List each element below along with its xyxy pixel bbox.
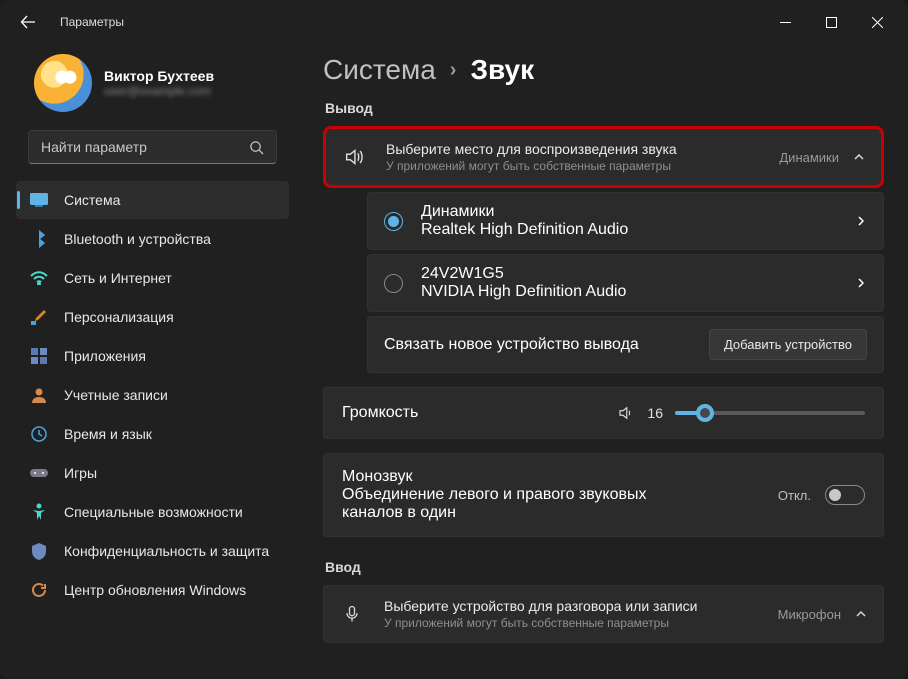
input-picker-value: Микрофон [778, 607, 841, 622]
output-picker-value: Динамики [779, 150, 839, 165]
time-icon [30, 425, 48, 443]
input-picker-subtitle: У приложений могут быть собственные пара… [384, 616, 778, 630]
add-device-button[interactable]: Добавить устройство [709, 329, 867, 360]
avatar [34, 54, 92, 112]
volume-row: Громкость 16 [323, 387, 884, 439]
sidebar-item-apps[interactable]: Приложения [16, 337, 289, 375]
sidebar-item-label: Учетные записи [64, 387, 168, 403]
sidebar-item-privacy[interactable]: Конфиденциальность и защита [16, 532, 289, 570]
volume-slider[interactable] [675, 411, 865, 415]
close-button[interactable] [854, 7, 900, 37]
output-device-option[interactable]: 24V2W1G5NVIDIA High Definition Audio [367, 254, 884, 312]
mono-state: Откл. [778, 488, 811, 503]
sidebar-item-label: Игры [64, 465, 97, 481]
search-input[interactable] [41, 139, 249, 155]
sidebar-item-label: Bluetooth и устройства [64, 231, 211, 247]
microphone-icon [340, 604, 364, 624]
update-icon [30, 581, 48, 599]
chevron-right-icon [855, 215, 867, 227]
pair-text: Связать новое устройство вывода [384, 336, 709, 354]
chevron-up-icon [853, 151, 865, 163]
output-picker-subtitle: У приложений могут быть собственные пара… [386, 159, 779, 173]
profile-name: Виктор Бухтеев [104, 68, 214, 84]
chevron-up-icon [855, 608, 867, 620]
volume-label: Громкость [342, 404, 617, 422]
back-button[interactable] [14, 8, 42, 36]
profile-sub: user@example.com [104, 84, 214, 98]
sidebar-item-account[interactable]: Учетные записи [16, 376, 289, 414]
chevron-right-icon: › [450, 59, 457, 82]
output-device-picker[interactable]: Выберите место для воспроизведения звука… [323, 126, 884, 188]
input-heading: Ввод [325, 559, 884, 575]
output-device-option[interactable]: ДинамикиRealtek High Definition Audio [367, 192, 884, 250]
sidebar-item-time[interactable]: Время и язык [16, 415, 289, 453]
sidebar-item-label: Время и язык [64, 426, 152, 442]
pair-device-row: Связать новое устройство вывода Добавить… [367, 316, 884, 373]
mono-row: Монозвук Объединение левого и правого зв… [323, 453, 884, 537]
wifi-icon [30, 269, 48, 287]
sidebar-item-bluetooth[interactable]: Bluetooth и устройства [16, 220, 289, 258]
mono-toggle[interactable] [825, 485, 865, 505]
brush-icon [30, 308, 48, 326]
device-detail: Realtek High Definition Audio [421, 221, 855, 239]
output-heading: Вывод [325, 100, 884, 116]
window-title: Параметры [60, 15, 124, 29]
bluetooth-icon [30, 230, 48, 248]
breadcrumb-current: Звук [470, 54, 534, 86]
volume-value: 16 [647, 405, 663, 421]
search-icon [249, 140, 264, 155]
input-picker-title: Выберите устройство для разговора или за… [384, 598, 778, 614]
sidebar-item-accessibility[interactable]: Специальные возможности [16, 493, 289, 531]
system-icon [30, 191, 48, 209]
sidebar-item-label: Конфиденциальность и защита [64, 543, 269, 559]
sidebar-item-label: Центр обновления Windows [64, 582, 246, 598]
input-device-picker[interactable]: Выберите устройство для разговора или за… [323, 585, 884, 643]
sidebar-item-label: Сеть и Интернет [64, 270, 172, 286]
device-name: 24V2W1G5 [421, 265, 855, 283]
sidebar-item-wifi[interactable]: Сеть и Интернет [16, 259, 289, 297]
maximize-button[interactable] [808, 7, 854, 37]
games-icon [30, 464, 48, 482]
sidebar-item-games[interactable]: Игры [16, 454, 289, 492]
radio-icon[interactable] [384, 274, 403, 293]
device-detail: NVIDIA High Definition Audio [421, 283, 855, 301]
sidebar-item-label: Специальные возможности [64, 504, 243, 520]
sidebar-item-system[interactable]: Система [16, 181, 289, 219]
sidebar-item-brush[interactable]: Персонализация [16, 298, 289, 336]
minimize-button[interactable] [762, 7, 808, 37]
breadcrumb-parent[interactable]: Система [323, 54, 436, 86]
sidebar-item-label: Персонализация [64, 309, 174, 325]
volume-icon[interactable] [617, 404, 635, 422]
mono-subtitle: Объединение левого и правого звуковых ка… [342, 486, 672, 522]
apps-icon [30, 347, 48, 365]
privacy-icon [30, 542, 48, 560]
chevron-right-icon [855, 277, 867, 289]
accessibility-icon [30, 503, 48, 521]
sidebar-item-label: Приложения [64, 348, 146, 364]
mono-title: Монозвук [342, 468, 778, 486]
output-picker-title: Выберите место для воспроизведения звука [386, 141, 779, 157]
search-box[interactable] [28, 130, 277, 164]
sidebar-item-update[interactable]: Центр обновления Windows [16, 571, 289, 609]
account-icon [30, 386, 48, 404]
speaker-icon [342, 146, 366, 168]
breadcrumb: Система › Звук [323, 54, 884, 86]
sidebar-item-label: Система [64, 192, 120, 208]
device-name: Динамики [421, 203, 855, 221]
profile-block[interactable]: Виктор Бухтеев user@example.com [8, 48, 297, 126]
radio-icon[interactable] [384, 212, 403, 231]
